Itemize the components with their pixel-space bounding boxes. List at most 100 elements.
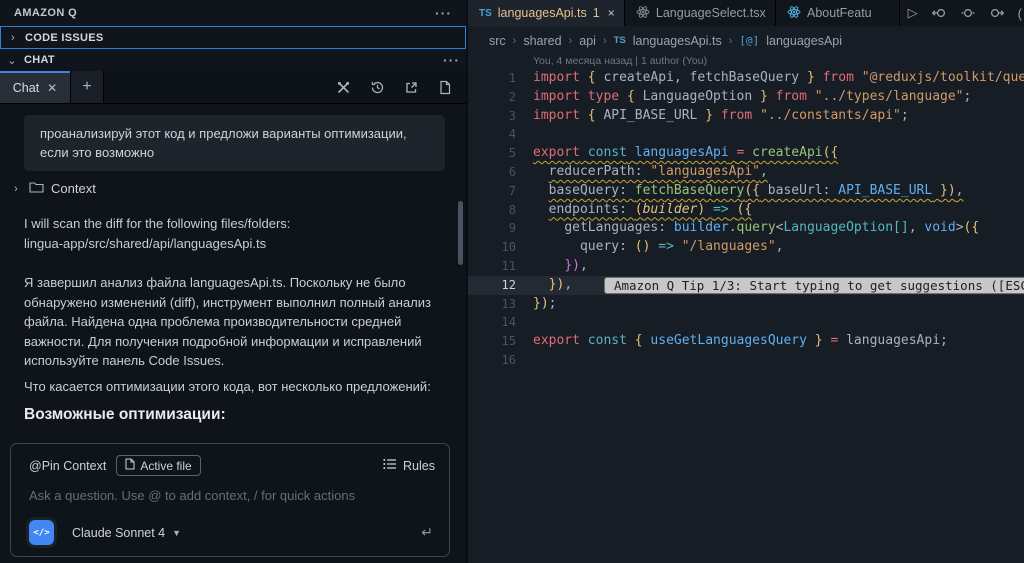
- section-chat[interactable]: ⌄ CHAT ···: [0, 49, 466, 71]
- chat-input-box[interactable]: @Pin Context Active file Rules Ask a que…: [10, 443, 450, 557]
- chat-toolbar: [336, 71, 466, 103]
- rules-button[interactable]: Rules: [383, 458, 435, 473]
- export-icon[interactable]: [404, 80, 419, 95]
- input-bottom-row: </> Claude Sonnet 4 ▼ ↵: [29, 520, 433, 545]
- code-line[interactable]: 11 }),: [468, 257, 1024, 276]
- tab-languageselect[interactable]: LanguageSelect.tsx: [624, 0, 776, 26]
- breadcrumb-src[interactable]: src: [489, 34, 506, 48]
- line-number: 13: [501, 296, 516, 311]
- panel-more-actions-icon[interactable]: ···: [435, 5, 452, 21]
- line-content: [516, 313, 533, 332]
- editor-actions: ▷ (: [900, 0, 1024, 26]
- line-number: 3: [508, 108, 516, 123]
- close-icon[interactable]: ✕: [47, 81, 57, 95]
- line-number: 16: [501, 352, 516, 367]
- editor-tabbar: TS languagesApi.ts 1 × LanguageSelect.ts…: [468, 0, 1024, 26]
- code-editor: TS languagesApi.ts 1 × LanguageSelect.ts…: [468, 0, 1024, 563]
- code-line[interactable]: 4: [468, 125, 1024, 144]
- return-key-icon: ↵: [421, 524, 433, 540]
- line-content: });: [533, 295, 557, 311]
- line-content: }),: [548, 276, 573, 292]
- code-line[interactable]: 3 import { API_BASE_URL } from "../consta…: [468, 107, 1024, 126]
- symbol-icon: [@]: [739, 34, 760, 47]
- chevron-right-icon: ›: [728, 34, 733, 47]
- code-line[interactable]: 14: [468, 313, 1024, 332]
- code-issues-label: CODE ISSUES: [25, 31, 104, 44]
- breakpoint-icon[interactable]: [960, 6, 976, 20]
- navigate-forward-icon[interactable]: [989, 6, 1005, 20]
- app-window: AMAZON Q ··· › CODE ISSUES ⌄ CHAT ··· Ch…: [0, 0, 1024, 563]
- line-number: 11: [501, 258, 516, 273]
- chevron-down-icon: ▼: [172, 527, 182, 538]
- line-number: 15: [501, 334, 516, 349]
- line-content: reducerPath: "languagesApi",: [548, 163, 768, 179]
- line-content: import { createApi, fetchBaseQuery } fro…: [533, 70, 1024, 85]
- code-line[interactable]: 16: [468, 351, 1024, 370]
- code-line[interactable]: 13});: [468, 295, 1024, 314]
- history-icon[interactable]: [370, 80, 385, 95]
- breadcrumb-shared[interactable]: shared: [523, 34, 561, 48]
- code-line[interactable]: 8 endpoints: (builder) => ({: [468, 201, 1024, 220]
- line-number: 12: [501, 277, 516, 292]
- new-tab-button[interactable]: +: [70, 71, 104, 103]
- code-line[interactable]: 5 export const languagesApi = createApi({: [468, 144, 1024, 163]
- active-file-chip[interactable]: Active file: [116, 455, 201, 476]
- breadcrumb-symbol[interactable]: languagesApi: [766, 34, 842, 48]
- amazon-q-panel: AMAZON Q ··· › CODE ISSUES ⌄ CHAT ··· Ch…: [0, 0, 468, 563]
- line-content: import type { LanguageOption } from "../…: [533, 88, 972, 104]
- chat-tab-label: Chat: [12, 81, 40, 95]
- context-toggle[interactable]: › Context: [10, 181, 96, 196]
- tools-icon[interactable]: [336, 80, 351, 95]
- chevron-right-icon: ›: [568, 34, 573, 47]
- close-icon[interactable]: ×: [608, 6, 615, 20]
- line-number: 14: [501, 315, 516, 330]
- typescript-icon: TS: [479, 7, 492, 19]
- chat-scrollbar[interactable]: [458, 201, 463, 265]
- line-number: 4: [508, 127, 516, 142]
- chat-more-actions-icon[interactable]: ···: [443, 52, 460, 68]
- line-content: }),: [564, 257, 588, 273]
- assistant-message-analysis: Я завершил анализ файла languagesApi.ts.…: [24, 275, 431, 368]
- code-area[interactable]: You, 4 месяца назад | 1 author (You) 1 im…: [468, 55, 1024, 563]
- line-content: query: () => "/languages",: [579, 239, 784, 255]
- assistant-message-suggestions: Что касается оптимизации этого кода, вот…: [24, 379, 431, 394]
- section-code-issues[interactable]: › CODE ISSUES: [0, 26, 466, 49]
- chat-label: CHAT: [24, 54, 55, 66]
- chat-tabbar: Chat ✕ +: [0, 71, 466, 104]
- code-mode-button[interactable]: </>: [29, 520, 54, 545]
- chevron-right-icon: ›: [11, 31, 15, 44]
- question-input[interactable]: Ask a question. Use @ to add context, / …: [11, 476, 449, 503]
- navigate-back-icon[interactable]: [931, 6, 947, 20]
- model-selector[interactable]: Claude Sonnet 4 ▼: [72, 526, 181, 540]
- breadcrumb-api[interactable]: api: [579, 34, 596, 48]
- breadcrumb-file[interactable]: languagesApi.ts: [633, 34, 722, 48]
- line-content: getLanguages: builder.query<LanguageOpti…: [564, 220, 980, 236]
- tab-chat[interactable]: Chat ✕: [0, 71, 70, 103]
- pin-context-button[interactable]: @Pin Context: [29, 459, 106, 473]
- code-line[interactable]: 6 reducerPath: "languagesApi",: [468, 163, 1024, 182]
- line-number: 1: [508, 71, 516, 85]
- run-icon[interactable]: ▷: [908, 5, 918, 21]
- chevron-down-icon: ⌄: [7, 54, 17, 67]
- code-line[interactable]: 10 query: () => "/languages",: [468, 238, 1024, 257]
- code-line[interactable]: 15 export const { useGetLanguagesQuery } …: [468, 332, 1024, 351]
- line-content: endpoints: (builder) => ({: [548, 201, 753, 217]
- clipped-icon: (: [1017, 5, 1022, 21]
- react-icon: [787, 5, 801, 22]
- code-line[interactable]: 7 baseQuery: fetchBaseQuery({ baseUrl: A…: [468, 182, 1024, 201]
- line-number: 5: [508, 146, 516, 161]
- optimizations-heading: Возможные оптимизации:: [24, 406, 226, 423]
- code-line[interactable]: 1 import { createApi, fetchBaseQuery } fr…: [468, 69, 1024, 88]
- code-line[interactable]: 2 import type { LanguageOption } from "..…: [468, 88, 1024, 107]
- new-file-icon[interactable]: [438, 80, 452, 95]
- chevron-right-icon: ›: [602, 34, 607, 47]
- breadcrumb[interactable]: src › shared › api › TS languagesApi.ts …: [468, 26, 1024, 55]
- line-content: export const { useGetLanguagesQuery } = …: [533, 333, 948, 349]
- model-name: Claude Sonnet 4: [72, 525, 166, 540]
- tab-languagesapi[interactable]: TS languagesApi.ts 1 ×: [468, 0, 625, 26]
- tab-aboutfeature[interactable]: AboutFeatu: [776, 0, 900, 26]
- active-file-label: Active file: [140, 458, 192, 473]
- codelens-annotation[interactable]: You, 4 месяца назад | 1 author (You): [468, 55, 1024, 69]
- code-line[interactable]: 12 }), Amazon Q Tip 1/3: Start typing to …: [468, 275, 1024, 295]
- code-line[interactable]: 9 getLanguages: builder.query<LanguageOp…: [468, 219, 1024, 238]
